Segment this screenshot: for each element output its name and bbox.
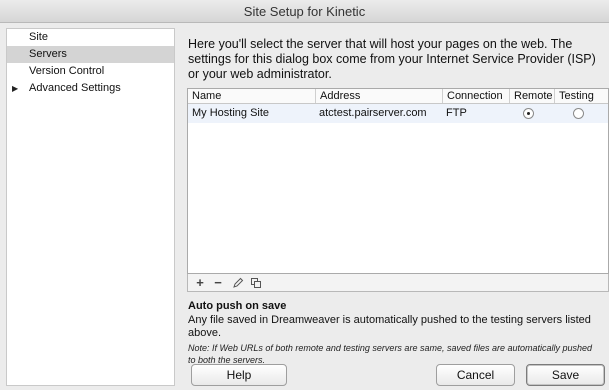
servers-toolbar: + − bbox=[187, 274, 609, 292]
save-button[interactable]: Save bbox=[526, 364, 605, 386]
remote-radio[interactable] bbox=[523, 108, 534, 119]
auto-push-description: Any file saved in Dreamweaver is automat… bbox=[188, 314, 591, 339]
help-button[interactable]: Help bbox=[191, 364, 287, 386]
sidebar-item-site[interactable]: Site bbox=[7, 29, 174, 46]
servers-panel: Here you'll select the server that will … bbox=[182, 28, 609, 386]
intro-text: Here you'll select the server that will … bbox=[188, 37, 596, 81]
sidebar-item-label: Servers bbox=[29, 48, 67, 60]
auto-push-title: Auto push on save bbox=[188, 300, 287, 312]
testing-radio[interactable] bbox=[573, 108, 584, 119]
disclosure-triangle-icon[interactable]: ▶ bbox=[12, 80, 18, 97]
sidebar: Site Servers Version Control ▶ Advanced … bbox=[6, 28, 175, 386]
column-header-testing[interactable]: Testing bbox=[554, 89, 609, 103]
auto-push-note: Note: If Web URLs of both remote and tes… bbox=[188, 343, 593, 365]
server-connection: FTP bbox=[446, 107, 467, 119]
pencil-icon[interactable] bbox=[230, 274, 246, 291]
server-address: atctest.pairserver.com bbox=[319, 107, 427, 119]
sidebar-item-label: Site bbox=[29, 31, 48, 43]
server-name: My Hosting Site bbox=[192, 107, 270, 119]
site-setup-dialog: Site Setup for Kinetic Site Servers Vers… bbox=[0, 0, 609, 390]
column-header-connection[interactable]: Connection bbox=[442, 89, 509, 103]
cancel-button[interactable]: Cancel bbox=[436, 364, 515, 386]
plus-icon[interactable]: + bbox=[192, 274, 208, 291]
sidebar-item-servers[interactable]: Servers bbox=[7, 46, 174, 63]
minus-icon[interactable]: − bbox=[210, 274, 226, 291]
table-header: Name Address Connection Remote Testing bbox=[188, 89, 608, 104]
sidebar-item-version-control[interactable]: Version Control bbox=[7, 63, 174, 80]
servers-table: Name Address Connection Remote Testing M… bbox=[187, 88, 609, 274]
window-title: Site Setup for Kinetic bbox=[0, 0, 609, 23]
column-header-remote[interactable]: Remote bbox=[509, 89, 554, 103]
column-header-name[interactable]: Name bbox=[188, 89, 315, 103]
table-row[interactable]: My Hosting Site atctest.pairserver.com F… bbox=[188, 104, 608, 123]
sidebar-item-label: Advanced Settings bbox=[29, 82, 121, 94]
duplicate-icon[interactable] bbox=[248, 274, 264, 291]
column-header-address[interactable]: Address bbox=[315, 89, 442, 103]
sidebar-item-label: Version Control bbox=[29, 65, 105, 77]
sidebar-item-advanced-settings[interactable]: ▶ Advanced Settings bbox=[7, 80, 174, 97]
